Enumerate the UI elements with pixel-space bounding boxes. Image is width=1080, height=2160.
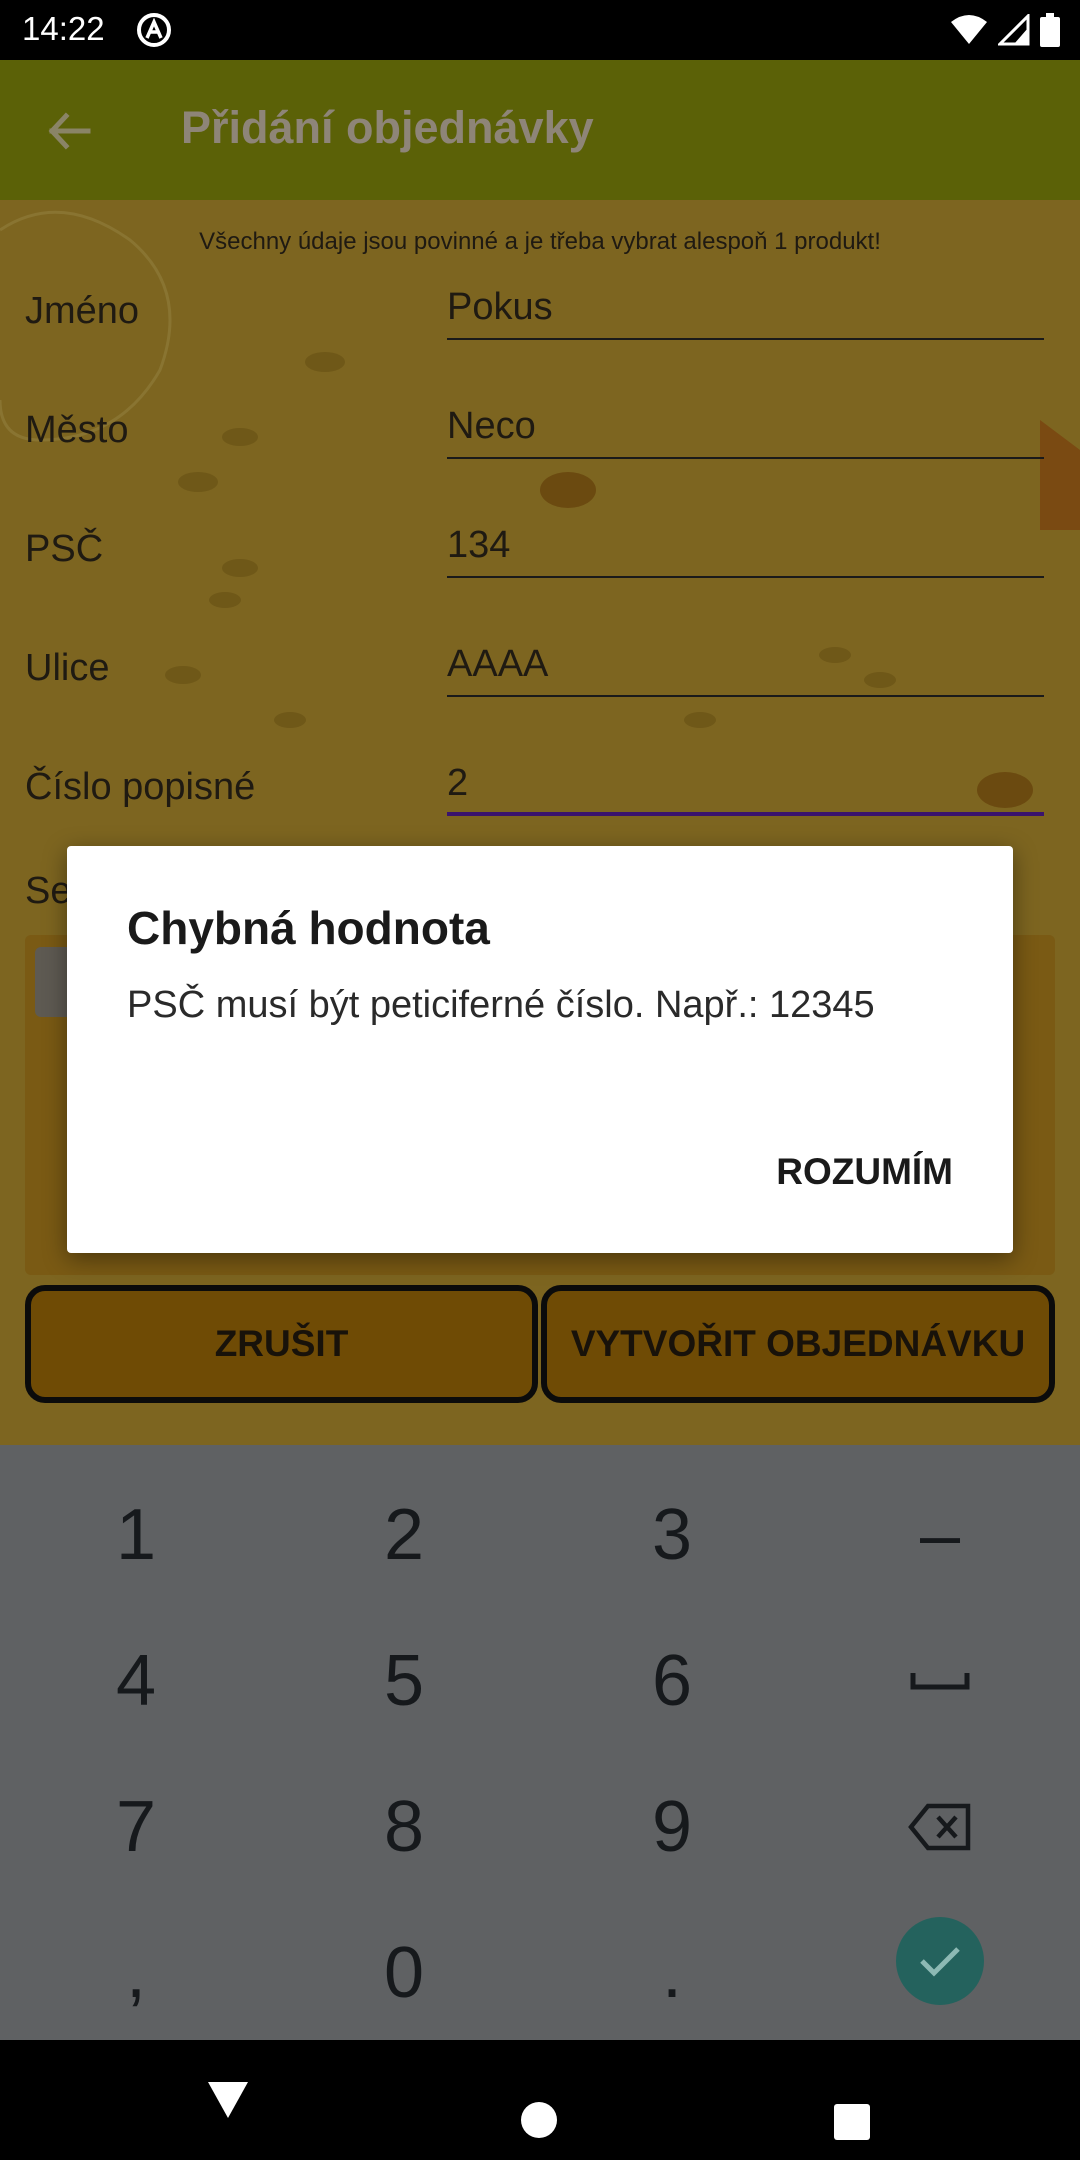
city-input[interactable]: Neco (447, 399, 1044, 459)
page-title: Přidání objednávky (181, 102, 594, 153)
notification-app-icon (137, 13, 171, 47)
key-7[interactable]: 7 (2, 1754, 270, 1900)
house-number-label: Číslo popisné (25, 766, 256, 808)
key-3[interactable]: 3 (538, 1462, 806, 1608)
battery-icon (1040, 13, 1060, 47)
postal-code-label: PSČ (25, 528, 104, 570)
numeric-keyboard: 1 2 3 – 4 5 6 7 8 9 , 0 . (0, 1445, 1080, 2040)
back-arrow-icon[interactable] (44, 106, 94, 156)
nav-home-icon[interactable] (521, 2102, 557, 2138)
key-space[interactable] (806, 1608, 1074, 1754)
key-done[interactable] (806, 1888, 1074, 2034)
key-5[interactable]: 5 (270, 1608, 538, 1754)
error-dialog: Chybná hodnota PSČ musí být peticiferné … (67, 846, 1013, 1253)
key-comma[interactable]: , (2, 1900, 270, 2046)
house-number-input[interactable]: 2 (447, 756, 1044, 816)
nav-back-icon[interactable] (206, 2080, 250, 2120)
app-bar: Přidání objednávky (0, 60, 1080, 200)
wifi-icon (951, 15, 987, 44)
key-2[interactable]: 2 (270, 1462, 538, 1608)
key-6[interactable]: 6 (538, 1608, 806, 1754)
create-order-button[interactable]: VYTVOŘIT OBJEDNÁVKU (541, 1285, 1055, 1403)
key-4[interactable]: 4 (2, 1608, 270, 1754)
order-form: Všechny údaje jsou povinné a je třeba vy… (0, 200, 1080, 1445)
status-time: 14:22 (22, 10, 105, 47)
name-label: Jméno (25, 290, 140, 332)
navigation-bar (0, 2040, 1080, 2160)
cancel-button[interactable]: ZRUŠIT (25, 1285, 538, 1403)
key-1[interactable]: 1 (2, 1462, 270, 1608)
cellular-signal-icon (998, 14, 1030, 46)
required-fields-notice: Všechny údaje jsou povinné a je třeba vy… (199, 228, 881, 255)
street-input[interactable]: AAAA (447, 637, 1044, 697)
nav-recents-icon[interactable] (834, 2104, 870, 2140)
name-input[interactable]: Pokus (447, 280, 1044, 340)
done-button[interactable] (896, 1917, 984, 2005)
key-8[interactable]: 8 (270, 1754, 538, 1900)
key-9[interactable]: 9 (538, 1754, 806, 1900)
city-label: Město (25, 409, 129, 451)
dialog-title: Chybná hodnota (127, 902, 490, 954)
key-backspace[interactable] (806, 1754, 1074, 1900)
check-icon (920, 1947, 960, 1977)
key-period[interactable]: . (538, 1900, 806, 2046)
dialog-message: PSČ musí být peticiferné číslo. Např.: 1… (127, 984, 875, 1026)
status-bar: 14:22 (0, 0, 1080, 60)
key-dash[interactable]: – (806, 1462, 1074, 1608)
products-label: Se (25, 870, 72, 912)
backspace-icon (908, 1803, 971, 1851)
dialog-confirm-button[interactable]: ROZUMÍM (776, 1151, 953, 1193)
space-icon (910, 1673, 970, 1690)
postal-code-input[interactable]: 134 (447, 518, 1044, 578)
key-0[interactable]: 0 (270, 1900, 538, 2046)
system-icons (950, 12, 1060, 48)
street-label: Ulice (25, 647, 110, 689)
